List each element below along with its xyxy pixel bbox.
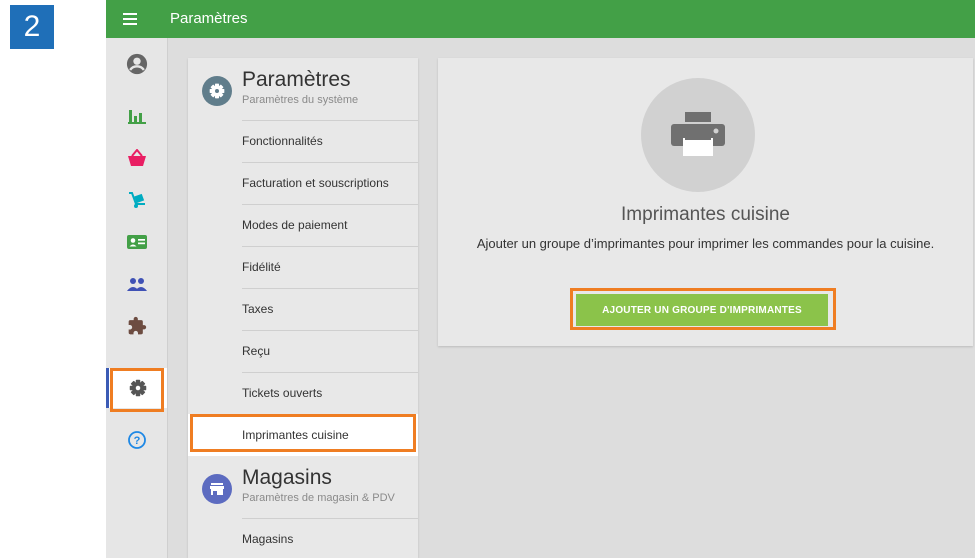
menu-item-label: Modes de paiement bbox=[242, 218, 348, 232]
nav-items[interactable] bbox=[106, 138, 167, 178]
store-icon bbox=[210, 483, 224, 495]
printer-icon-circle bbox=[641, 78, 755, 192]
help-circle-icon: ? bbox=[127, 431, 146, 449]
basket-icon bbox=[127, 149, 146, 166]
divider bbox=[242, 372, 418, 373]
id-card-icon bbox=[126, 235, 147, 249]
divider bbox=[242, 330, 418, 331]
step-number-badge: 2 bbox=[10, 5, 54, 49]
card-description: Ajouter un groupe d’imprimantes pour imp… bbox=[476, 236, 935, 251]
menu-item-magasins[interactable]: Magasins bbox=[188, 518, 418, 558]
menu-item-recu[interactable]: Reçu bbox=[188, 330, 418, 372]
stores-section-icon bbox=[202, 474, 232, 504]
settings-section-title: Paramètres bbox=[242, 68, 351, 91]
highlight-imprimantes-cuisine bbox=[190, 414, 416, 452]
menu-item-modes-de-paiement[interactable]: Modes de paiement bbox=[188, 204, 418, 246]
menu-item-label: Fidélité bbox=[242, 260, 281, 274]
menu-item-label: Facturation et souscriptions bbox=[242, 176, 389, 190]
settings-section-icon bbox=[202, 76, 232, 106]
menu-item-taxes[interactable]: Taxes bbox=[188, 288, 418, 330]
divider bbox=[242, 288, 418, 289]
menu-item-label: Tickets ouverts bbox=[242, 386, 323, 400]
app-window: Paramètres ? Paramètres Paramètres du sy… bbox=[106, 0, 975, 558]
nav-integrations[interactable] bbox=[106, 306, 167, 346]
svg-text:?: ? bbox=[133, 435, 140, 447]
card-title: Imprimantes cuisine bbox=[621, 204, 790, 225]
menu-item-label: Fonctionnalités bbox=[242, 134, 323, 148]
divider bbox=[242, 162, 418, 163]
stores-section-title: Magasins bbox=[242, 466, 332, 489]
divider bbox=[242, 518, 418, 519]
nav-reports[interactable] bbox=[106, 96, 167, 136]
divider bbox=[242, 246, 418, 247]
settings-menu-panel: Paramètres Paramètres du système Fonctio… bbox=[188, 58, 418, 558]
menu-item-fidelite[interactable]: Fidélité bbox=[188, 246, 418, 288]
bar-chart-icon bbox=[127, 110, 146, 124]
menu-item-facturation[interactable]: Facturation et souscriptions bbox=[188, 162, 418, 204]
stores-section-header: Magasins Paramètres de magasin & PDV bbox=[188, 456, 418, 518]
people-icon bbox=[126, 278, 147, 291]
nav-profile[interactable] bbox=[106, 44, 167, 84]
puzzle-icon bbox=[128, 316, 146, 335]
gear-icon bbox=[209, 83, 225, 99]
divider bbox=[242, 204, 418, 205]
settings-section-header: Paramètres Paramètres du système bbox=[188, 58, 418, 120]
hand-truck-icon bbox=[128, 192, 145, 208]
menu-item-fonctionnalites[interactable]: Fonctionnalités bbox=[188, 120, 418, 162]
settings-section-subtitle: Paramètres du système bbox=[242, 94, 359, 106]
page-title: Paramètres bbox=[170, 10, 248, 27]
nav-rail: ? bbox=[106, 38, 168, 558]
highlight-add-button bbox=[570, 288, 836, 330]
hamburger-icon[interactable] bbox=[123, 13, 137, 25]
menu-item-label: Reçu bbox=[242, 344, 271, 358]
menu-item-label: Taxes bbox=[242, 302, 274, 316]
nav-customers[interactable] bbox=[106, 264, 167, 304]
account-circle-icon bbox=[126, 53, 147, 75]
highlight-settings-nav bbox=[110, 368, 164, 412]
top-app-bar: Paramètres bbox=[106, 0, 975, 38]
printer-icon bbox=[671, 112, 725, 156]
menu-item-tickets-ouverts[interactable]: Tickets ouverts bbox=[188, 372, 418, 414]
menu-item-label: Magasins bbox=[242, 532, 294, 546]
nav-inventory[interactable] bbox=[106, 180, 167, 220]
stores-section-subtitle: Paramètres de magasin & PDV bbox=[242, 492, 395, 504]
nav-help[interactable]: ? bbox=[106, 420, 167, 460]
nav-employees[interactable] bbox=[106, 222, 167, 262]
divider bbox=[242, 120, 418, 121]
